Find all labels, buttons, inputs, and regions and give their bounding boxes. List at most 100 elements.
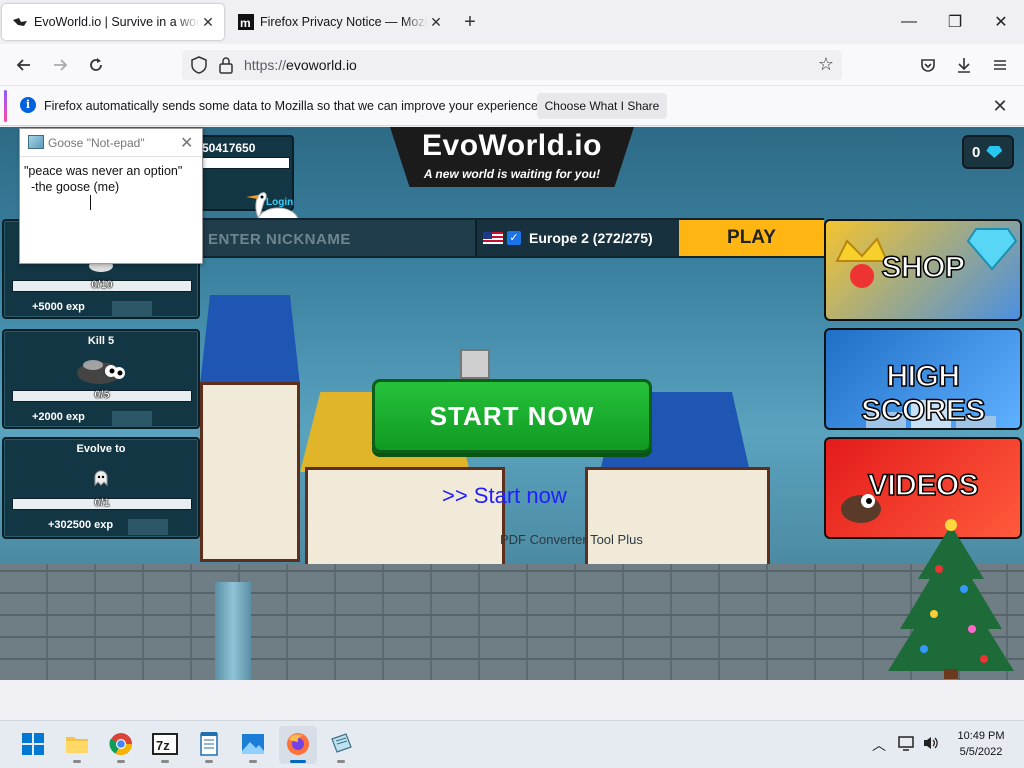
- tab-title: EvoWorld.io | Survive in a world: [34, 15, 200, 29]
- shop-label: SHOP: [881, 250, 966, 285]
- goose-notepad-app-icon[interactable]: [328, 731, 354, 757]
- ghost-creature-icon: [4, 469, 198, 492]
- quest-progress-bar: 0/5: [12, 389, 192, 402]
- navigation-bar: https://evoworld.io ☆: [0, 44, 1024, 86]
- notepad-titlebar[interactable]: Goose "Not-epad" ✕: [20, 129, 202, 157]
- svg-text:7z: 7z: [156, 738, 170, 753]
- network-icon[interactable]: [898, 735, 916, 751]
- running-indicator: [249, 760, 257, 763]
- player-id: 50417650: [202, 141, 256, 155]
- bookmark-star-icon[interactable]: ☆: [816, 54, 836, 76]
- maximize-button[interactable]: ❐: [932, 8, 978, 36]
- region-select[interactable]: ✓ Europe 2 (272/275): [475, 220, 679, 256]
- svg-text:m: m: [240, 16, 251, 30]
- nickname-input[interactable]: [208, 226, 468, 252]
- reload-button[interactable]: [82, 52, 110, 78]
- ad-pdf-converter-text[interactable]: PDF Converter Tool Plus: [500, 532, 643, 547]
- gems-count: 0: [972, 143, 981, 161]
- url-text[interactable]: https://evoworld.io: [244, 57, 357, 73]
- tab-firefox-privacy[interactable]: m Firefox Privacy Notice — Mozilla ✕: [228, 4, 452, 40]
- tab-evoworld[interactable]: EvoWorld.io | Survive in a world ✕: [2, 4, 224, 40]
- game-logo: EvoWorld.io: [422, 129, 602, 162]
- quest-title: Evolve to: [76, 443, 126, 455]
- notepad-title: Goose "Not-epad": [48, 136, 145, 150]
- minimize-button[interactable]: —: [886, 8, 932, 36]
- running-indicator: [73, 760, 81, 763]
- house-wall-right: [585, 467, 770, 567]
- pocket-icon: [921, 59, 935, 72]
- ad-start-now-link[interactable]: >> Start now: [442, 483, 567, 509]
- quest-progress: 0/5: [94, 389, 110, 401]
- back-arrow-icon: [16, 59, 30, 71]
- new-tab-button[interactable]: +: [460, 10, 480, 34]
- active-running-indicator: [290, 760, 306, 763]
- evoworld-favicon-icon: [12, 14, 28, 30]
- videos-label: VIDEOS: [867, 468, 979, 503]
- notepad-icon: [28, 135, 44, 149]
- notepad-close-icon[interactable]: ✕: [180, 133, 193, 153]
- high-scores-tile[interactable]: HIGH SCORES: [824, 328, 1022, 430]
- quest-reward: +5000 exp: [32, 301, 152, 317]
- house-wall-left: [200, 382, 300, 562]
- house-wall-yellow: [305, 467, 505, 567]
- lock-icon[interactable]: [218, 56, 234, 74]
- region-label: Europe 2 (272/275): [529, 230, 653, 246]
- christmas-tree-icon: [888, 519, 1014, 679]
- start-now-button[interactable]: START NOW: [372, 379, 652, 453]
- fly-creature-icon: [4, 357, 198, 392]
- diamond-icon: [986, 146, 1003, 158]
- reward-slot: [112, 301, 152, 317]
- notepad-text[interactable]: "peace was never an option" -the goose (…: [24, 163, 202, 195]
- menu-button[interactable]: [986, 52, 1014, 78]
- tab-close-icon[interactable]: ✕: [428, 14, 444, 30]
- chrome-icon[interactable]: [108, 731, 134, 757]
- downloads-button[interactable]: [950, 52, 978, 78]
- play-button[interactable]: PLAY: [679, 220, 824, 256]
- volume-icon[interactable]: [922, 735, 940, 751]
- tab-close-icon[interactable]: ✕: [200, 14, 216, 30]
- text-cursor: [90, 195, 91, 210]
- notepad-app-icon[interactable]: [196, 731, 222, 757]
- chimney: [460, 349, 490, 379]
- show-hidden-icons-chevron-icon[interactable]: ︿: [872, 735, 886, 755]
- tab-title: Firefox Privacy Notice — Mozilla: [260, 15, 428, 29]
- running-indicator: [205, 760, 213, 763]
- quest-progress: 0/1: [94, 497, 110, 509]
- back-button[interactable]: [10, 52, 38, 78]
- running-indicator: [337, 760, 345, 763]
- gems-counter[interactable]: 0: [962, 135, 1014, 169]
- windows-start-icon[interactable]: [20, 731, 46, 757]
- tracking-shield-icon[interactable]: [190, 56, 208, 74]
- url-bar[interactable]: https://evoworld.io ☆: [182, 50, 842, 80]
- data-collection-notification: i Firefox automatically sends some data …: [0, 86, 1024, 126]
- file-explorer-icon[interactable]: [64, 731, 90, 757]
- quest-title: Kill 5: [87, 335, 115, 347]
- notification-message: Firefox automatically sends some data to…: [44, 99, 542, 113]
- window-close-button[interactable]: ✕: [978, 8, 1024, 36]
- mozilla-favicon-icon: m: [238, 14, 254, 30]
- reload-icon: [90, 58, 102, 71]
- 7zip-icon[interactable]: 7z: [152, 731, 178, 757]
- forward-arrow-icon: [54, 59, 68, 71]
- stone-ground: [0, 564, 1024, 680]
- house-roof-left: [200, 295, 300, 385]
- clock-date: 5/5/2022: [959, 746, 1003, 758]
- firefox-icon[interactable]: [285, 731, 311, 757]
- quest-panel-3: Evolve to 0/1 +302500 exp: [2, 437, 200, 539]
- pocket-button[interactable]: [914, 52, 942, 78]
- notification-close-icon[interactable]: ✕: [990, 96, 1010, 116]
- reward-slot: [112, 411, 152, 427]
- high-scores-label: HIGH SCORES: [860, 359, 986, 428]
- forward-button[interactable]: [46, 52, 74, 78]
- running-indicator: [161, 760, 169, 763]
- reward-slot: [128, 519, 168, 535]
- url-scheme: https://: [244, 57, 287, 73]
- taskbar-clock[interactable]: 10:49 PM 5/5/2022: [946, 728, 1016, 760]
- choose-what-i-share-button[interactable]: Choose What I Share: [537, 93, 667, 119]
- quest-progress-bar: 0/10: [12, 279, 192, 292]
- photos-icon[interactable]: [240, 731, 266, 757]
- goose-notepad-window[interactable]: Goose "Not-epad" ✕ "peace was never an o…: [19, 128, 203, 264]
- url-host: evoworld.io: [286, 57, 357, 73]
- shop-tile[interactable]: SHOP: [824, 219, 1022, 321]
- quest-reward: +302500 exp: [48, 519, 168, 535]
